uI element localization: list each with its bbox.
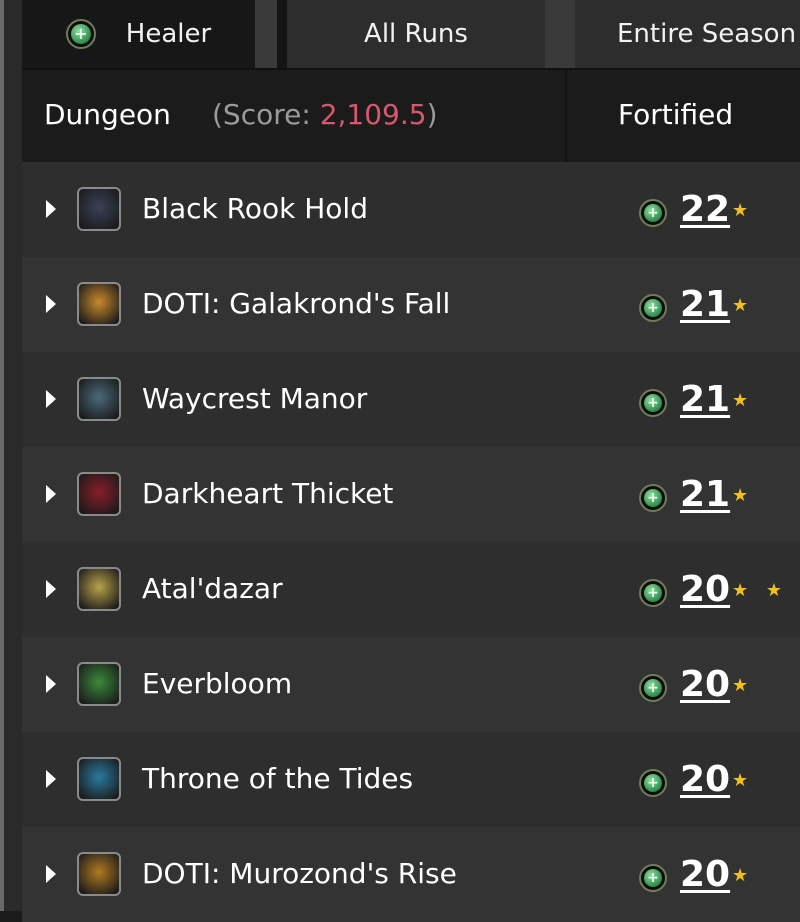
keystone-level-link[interactable]: 20 — [680, 569, 730, 610]
dungeon-name: DOTI: Galakrond's Fall — [142, 287, 451, 320]
tab-healer-label: Healer — [125, 19, 212, 49]
left-panel-edge — [0, 0, 22, 911]
healer-plus-icon: + — [644, 679, 662, 697]
dungeon-name: Black Rook Hold — [142, 192, 368, 225]
score-value: 2,109.5 — [319, 98, 427, 131]
healer-role-icon: + — [639, 769, 667, 797]
ataldazar-icon — [77, 567, 121, 611]
dungeon-row[interactable]: DOTI: Murozond's Rise +20 ★ — [22, 827, 800, 922]
keystone-level-link[interactable]: 20 — [680, 664, 730, 705]
healer-role-icon: + — [639, 389, 667, 417]
dungeon-name: Atal'dazar — [142, 572, 283, 605]
upgrade-stars: ★ — [732, 675, 755, 696]
tab-healer[interactable]: + Healer — [22, 0, 277, 68]
healer-role-icon: + — [65, 19, 96, 49]
healer-role-icon: + — [639, 199, 667, 227]
dungeon-name: Everbloom — [142, 667, 293, 700]
tab-separator — [545, 0, 575, 68]
healer-plus-icon: + — [644, 394, 662, 412]
tab-entire-season-label: Entire Season — [617, 19, 797, 49]
expand-caret-icon[interactable] — [46, 485, 56, 503]
keystone-level-link[interactable]: 21 — [680, 284, 730, 325]
dungeon-row[interactable]: Waycrest Manor +21 ★ — [22, 352, 800, 447]
dungeon-row[interactable]: Throne of the Tides +20 ★ — [22, 732, 800, 827]
dungeon-row[interactable]: Black Rook Hold +22 ★ — [22, 162, 800, 257]
column-header-dungeon[interactable]: Dungeon — [44, 98, 171, 131]
tab-bar: + Healer All Runs Entire Season — [22, 0, 800, 68]
expand-caret-icon[interactable] — [46, 200, 56, 218]
healer-plus-icon: + — [70, 24, 91, 44]
black-rook-hold-icon — [77, 187, 121, 231]
everbloom-icon — [77, 662, 121, 706]
healer-role-icon: + — [639, 864, 667, 892]
column-divider — [565, 70, 567, 164]
upgrade-stars: ★ ★ — [732, 580, 788, 601]
dungeon-name: Throne of the Tides — [142, 762, 414, 795]
dungeon-name: DOTI: Murozond's Rise — [142, 857, 457, 890]
dungeon-row[interactable]: Everbloom +20 ★ — [22, 637, 800, 732]
upgrade-stars: ★ — [732, 485, 755, 506]
total-score: (Score: 2,109.5) — [212, 98, 438, 131]
healer-role-icon: + — [639, 294, 667, 322]
expand-caret-icon[interactable] — [46, 770, 56, 788]
healer-plus-icon: + — [644, 204, 662, 222]
upgrade-stars: ★ — [732, 200, 755, 221]
expand-caret-icon[interactable] — [46, 390, 56, 408]
healer-role-icon: + — [639, 674, 667, 702]
dungeon-row[interactable]: Darkheart Thicket +21 ★ — [22, 447, 800, 542]
healer-plus-icon: + — [644, 299, 662, 317]
upgrade-stars: ★ — [732, 295, 755, 316]
dungeon-row[interactable]: Atal'dazar +20 ★ ★ — [22, 542, 800, 637]
galakronds-fall-icon — [77, 282, 121, 326]
expand-caret-icon[interactable] — [46, 675, 56, 693]
healer-plus-icon: + — [644, 774, 662, 792]
keystone-level-link[interactable]: 21 — [680, 474, 730, 515]
expand-caret-icon[interactable] — [46, 295, 56, 313]
tab-all-runs-label: All Runs — [364, 19, 468, 49]
dungeon-list: Black Rook Hold +22 ★ DOTI: Galakrond's Fal… — [22, 162, 800, 922]
healer-plus-icon: + — [644, 584, 662, 602]
healer-plus-icon: + — [644, 489, 662, 507]
keystone-level-link[interactable]: 20 — [680, 854, 730, 895]
keystone-level-link[interactable]: 20 — [680, 759, 730, 800]
expand-caret-icon[interactable] — [46, 865, 56, 883]
dungeon-row[interactable]: DOTI: Galakrond's Fall +21 ★ — [22, 257, 800, 352]
healer-role-icon: + — [639, 484, 667, 512]
murozonds-rise-icon — [77, 852, 121, 896]
waycrest-manor-icon — [77, 377, 121, 421]
table-header: Dungeon (Score: 2,109.5) Fortified — [22, 68, 800, 164]
upgrade-stars: ★ — [732, 770, 755, 791]
tab-all-runs[interactable]: All Runs — [287, 0, 545, 68]
tab-entire-season[interactable]: Entire Season — [575, 0, 800, 68]
darkheart-thicket-icon — [77, 472, 121, 516]
left-panel-border — [0, 0, 4, 911]
upgrade-stars: ★ — [732, 390, 755, 411]
keystone-level-link[interactable]: 22 — [680, 189, 730, 230]
healer-role-icon: + — [639, 579, 667, 607]
score-suffix: ) — [426, 98, 438, 131]
expand-caret-icon[interactable] — [46, 580, 56, 598]
upgrade-stars: ★ — [732, 865, 755, 886]
dungeon-name: Waycrest Manor — [142, 382, 368, 415]
keystone-level-link[interactable]: 21 — [680, 379, 730, 420]
throne-of-the-tides-icon — [77, 757, 121, 801]
dungeon-name: Darkheart Thicket — [142, 477, 394, 510]
score-prefix: (Score: — [212, 98, 320, 131]
column-header-fortified[interactable]: Fortified — [618, 98, 733, 131]
healer-plus-icon: + — [644, 869, 662, 887]
